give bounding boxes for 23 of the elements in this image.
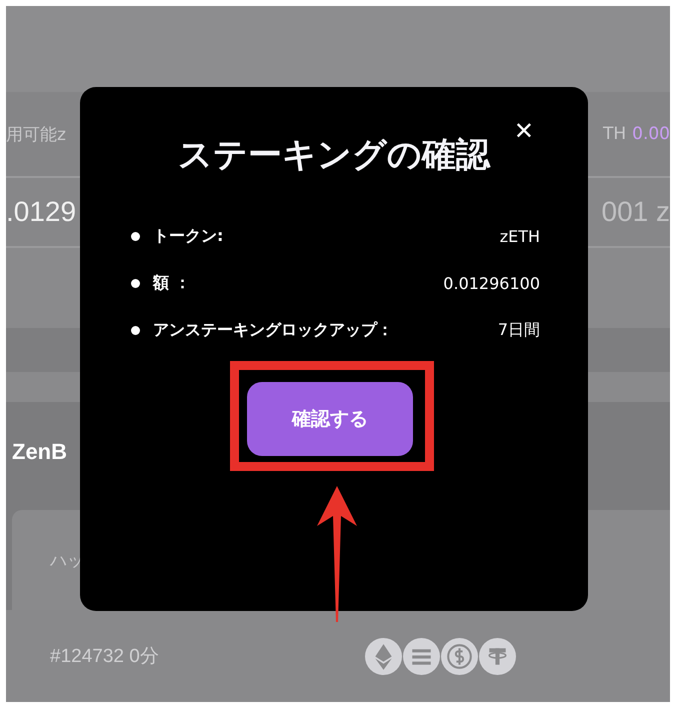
- amount-value: .0129: [6, 196, 76, 228]
- detail-value: zETH: [500, 226, 540, 246]
- balance-label: 用可能z: [6, 124, 66, 146]
- block-text: #124732 0分: [50, 645, 160, 669]
- diamond-coin-icon: [365, 638, 402, 674]
- detail-value: 7日間: [498, 320, 540, 340]
- detail-label: 額 ：: [153, 272, 192, 294]
- bullet-icon: [131, 232, 140, 240]
- confirm-button[interactable]: 確認する: [247, 382, 413, 456]
- stripes-coin-icon: [403, 638, 440, 674]
- balance-unit: TH: [602, 124, 626, 144]
- bullet-icon: [131, 326, 140, 334]
- t-coin-icon: [479, 638, 516, 674]
- amount-text: 001 z: [602, 196, 670, 228]
- detail-label: アンステーキングロックアップ：: [153, 320, 394, 340]
- detail-label: トークン:: [153, 226, 224, 246]
- dialog-title: ステーキングの確認: [178, 134, 490, 177]
- section-title: ZenB: [12, 439, 67, 465]
- dollar-coin-icon: [441, 638, 478, 674]
- close-button[interactable]: ✕: [514, 117, 534, 145]
- detail-value: 0.01296100: [443, 274, 540, 292]
- balance-value: 0.00: [632, 124, 670, 144]
- bullet-icon: [131, 278, 140, 288]
